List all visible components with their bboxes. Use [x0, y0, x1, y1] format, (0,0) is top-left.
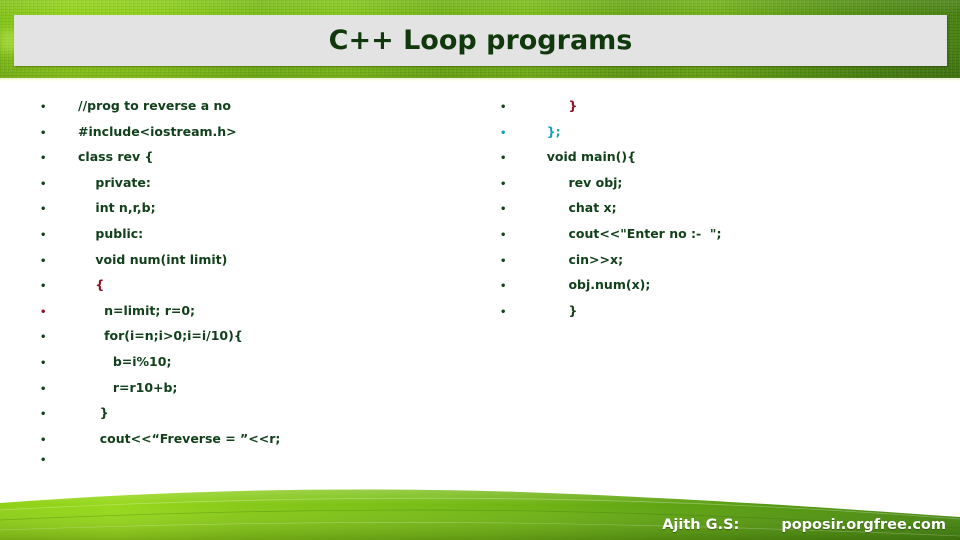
code-line-text: cout<<“Freverse = ”<<r;	[78, 430, 281, 446]
code-line-text: rev obj;	[538, 174, 623, 190]
code-line: • {	[40, 277, 480, 303]
code-line: • rev obj;	[500, 175, 940, 201]
code-line-text: cout<<"Enter no :- ";	[538, 225, 722, 241]
code-line-text: #include<iostream.h>	[78, 123, 237, 139]
bullet-icon: •	[40, 409, 47, 421]
bullet-icon: •	[40, 153, 47, 165]
title-plate: C++ Loop programs	[14, 15, 947, 66]
page-title: C++ Loop programs	[328, 25, 633, 56]
code-line-text: cin>>x;	[538, 251, 624, 267]
code-line: • r=r10+b;	[40, 380, 480, 406]
bullet-icon: •	[40, 178, 47, 190]
code-line: • cin>>x;	[500, 252, 940, 278]
code-line: • void num(int limit)	[40, 252, 480, 278]
bullet-icon: •	[500, 255, 507, 267]
code-line-text: for(i=n;i>0;i=i/10){	[78, 328, 243, 344]
code-line-text: public:	[78, 225, 144, 241]
bullet-icon: •	[40, 455, 47, 467]
code-line: • b=i%10;	[40, 354, 480, 380]
code-line: • chat x;	[500, 200, 940, 226]
code-line-text: int n,r,b;	[78, 200, 156, 216]
slide-canvas: C++ Loop programs • //prog to reverse a n…	[0, 0, 960, 540]
bullet-icon: •	[40, 434, 47, 446]
code-line: • class rev {	[40, 149, 480, 175]
code-line-text: void main(){	[538, 149, 636, 165]
code-line: • cout<<“Freverse = ”<<r;	[40, 431, 480, 457]
bullet-icon: •	[500, 102, 507, 113]
bullet-icon: •	[500, 127, 507, 139]
code-column-right: • } • }; • void main(){• rev obj; • chat x;…	[500, 98, 940, 328]
code-line-text: }	[78, 405, 109, 421]
bullet-icon: •	[500, 153, 507, 165]
bullet-icon: •	[40, 204, 47, 216]
footer-site: poposir.orgfree.com	[781, 517, 946, 533]
bullet-icon: •	[40, 306, 47, 318]
code-line: • //prog to reverse a no	[40, 98, 480, 124]
footer-author: Ajith G.S:	[662, 517, 740, 533]
code-line: • n=limit; r=0;	[40, 303, 480, 329]
code-line-text: }	[538, 98, 578, 113]
code-line: • private:	[40, 175, 480, 201]
code-column-left: • //prog to reverse a no • #include<iostrea…	[40, 98, 480, 482]
code-line-text: };	[538, 123, 561, 139]
code-line: • obj.num(x);	[500, 277, 940, 303]
code-line: • #include<iostream.h>	[40, 124, 480, 150]
bullet-icon: •	[40, 255, 47, 267]
code-line: • public:	[40, 226, 480, 252]
code-line-text: void num(int limit)	[78, 251, 228, 267]
banner-fade-edge	[0, 78, 960, 84]
code-line: • }	[40, 405, 480, 431]
bullet-icon: •	[40, 229, 47, 241]
bullet-icon: •	[500, 178, 507, 190]
code-line-text: private:	[78, 174, 151, 190]
bullet-icon: •	[500, 204, 507, 216]
code-line-text: }	[538, 302, 578, 318]
code-line: • int n,r,b;	[40, 200, 480, 226]
bullet-icon: •	[40, 357, 47, 369]
code-line-text: r=r10+b;	[78, 379, 178, 395]
bullet-icon: •	[500, 281, 507, 293]
code-line-text: b=i%10;	[78, 353, 172, 369]
bullet-icon: •	[500, 306, 507, 318]
bullet-icon: •	[40, 281, 47, 293]
footer: Ajith G.S: poposir.orgfree.com	[0, 512, 960, 538]
code-line-text: chat x;	[538, 200, 617, 216]
code-line-text: {	[78, 277, 105, 293]
bullet-icon: •	[500, 229, 507, 241]
code-line-text: n=limit; r=0;	[78, 302, 196, 318]
code-line: • };	[500, 124, 940, 150]
code-line: • }	[500, 98, 940, 124]
bullet-icon: •	[40, 127, 47, 139]
code-line-text: obj.num(x);	[538, 277, 651, 293]
code-line-text: class rev {	[78, 149, 154, 165]
bullet-icon: •	[40, 383, 47, 395]
code-line: • }	[500, 303, 940, 329]
code-line: • for(i=n;i>0;i=i/10){	[40, 328, 480, 354]
code-line-text: //prog to reverse a no	[78, 98, 232, 113]
code-line: • cout<<"Enter no :- ";	[500, 226, 940, 252]
code-line: • void main(){	[500, 149, 940, 175]
bullet-icon: •	[40, 102, 47, 113]
bullet-icon: •	[40, 332, 47, 344]
